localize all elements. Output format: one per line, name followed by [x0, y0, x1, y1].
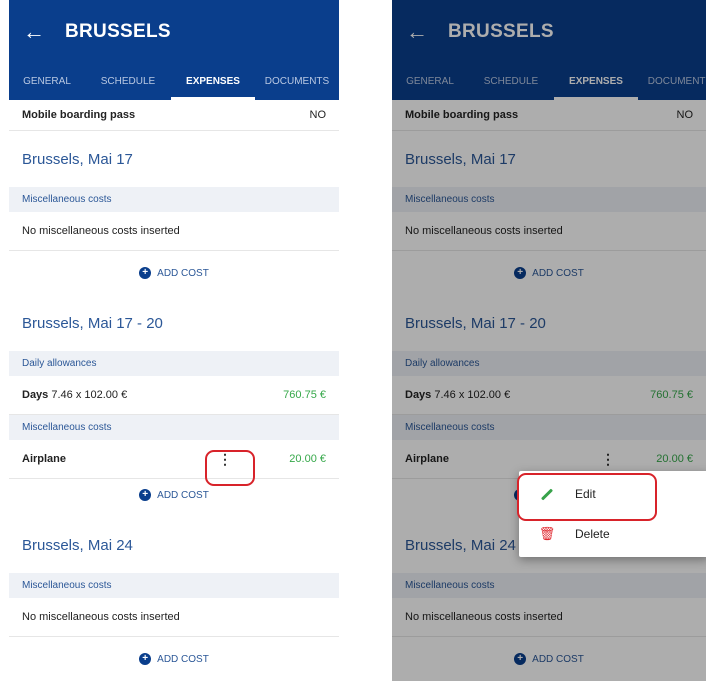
page-title: BRUSSELS	[65, 20, 171, 42]
modal-scrim[interactable]	[392, 0, 706, 681]
misc-costs-header: Miscellaneous costs	[9, 415, 339, 440]
boarding-pass-label: Mobile boarding pass	[22, 109, 136, 121]
misc-empty-text: No miscellaneous costs inserted	[22, 225, 180, 237]
section-title: Brussels, Mai 17	[22, 150, 133, 168]
kebab-highlight-marker	[205, 450, 255, 486]
days-label: Days	[22, 389, 49, 401]
tab-schedule[interactable]: SCHEDULE	[85, 63, 171, 100]
misc-costs-header: Miscellaneous costs	[9, 573, 339, 598]
back-arrow-icon[interactable]: ←	[23, 19, 47, 45]
days-row: Days 7.46 x 102.00 € 760.75 €	[9, 376, 339, 415]
days-formula: 7.46 x 102.00 €	[51, 389, 128, 401]
expenses-screen-left: ← BRUSSELS GENERAL SCHEDULE EXPENSES DOC…	[9, 0, 339, 681]
days-amount: 760.75 €	[283, 389, 326, 401]
tab-documents[interactable]: DOCUMENTS	[255, 63, 339, 100]
plus-circle-icon: +	[139, 267, 152, 279]
section-title: Brussels, Mai 24	[22, 536, 133, 554]
boarding-pass-row: Mobile boarding pass NO	[9, 100, 339, 131]
add-cost-label: ADD COST	[157, 489, 209, 501]
misc-empty-row: No miscellaneous costs inserted	[9, 212, 339, 251]
menu-item-delete-label: Delete	[575, 527, 610, 541]
plus-circle-icon: +	[139, 489, 152, 501]
add-cost-button[interactable]: + ADD COST	[9, 637, 339, 681]
tab-expenses[interactable]: EXPENSES	[171, 63, 255, 100]
expense-item-row[interactable]: Airplane ⋮ 20.00 €	[9, 440, 339, 479]
misc-costs-header: Miscellaneous costs	[9, 187, 339, 212]
section-title: Brussels, Mai 17 - 20	[22, 314, 163, 332]
tab-bar: GENERAL SCHEDULE EXPENSES DOCUMENTS	[9, 63, 339, 100]
misc-empty-row: No miscellaneous costs inserted	[9, 598, 339, 637]
add-cost-button[interactable]: + ADD COST	[9, 251, 339, 295]
daily-allowances-header: Daily allowances	[9, 351, 339, 376]
tab-general[interactable]: GENERAL	[9, 63, 85, 100]
boarding-pass-value: NO	[309, 109, 327, 121]
add-cost-button[interactable]: + ADD COST	[9, 473, 339, 517]
plus-circle-icon: +	[139, 653, 152, 665]
expenses-screen-right: ← BRUSSELS GENERAL SCHEDULE EXPENSES DOC…	[392, 0, 706, 681]
add-cost-label: ADD COST	[157, 653, 209, 665]
edit-highlight-marker	[517, 473, 657, 521]
expense-item-label: Airplane	[22, 453, 67, 465]
app-bar: ← BRUSSELS	[9, 0, 339, 63]
expense-item-amount: 20.00 €	[289, 453, 326, 465]
add-cost-label: ADD COST	[157, 267, 209, 279]
trash-icon: 🗑	[538, 526, 556, 541]
misc-empty-text: No miscellaneous costs inserted	[22, 611, 180, 623]
